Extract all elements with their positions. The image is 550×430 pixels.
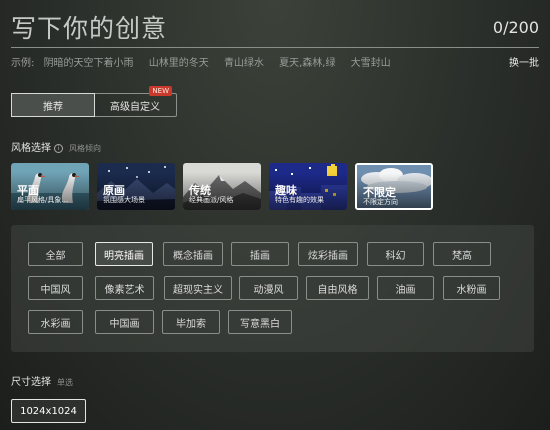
info-icon[interactable]: i bbox=[54, 144, 63, 153]
example-prompts: 示例: 阴暗的天空下着小雨 山林里的冬天 青山绿水 夏天,森林,绿 大雪封山 换… bbox=[11, 54, 539, 69]
style-tag[interactable]: 全部 bbox=[28, 242, 83, 266]
style-tag[interactable]: 明亮插画 bbox=[95, 242, 153, 266]
style-tag[interactable]: 插画 bbox=[231, 242, 289, 266]
example-item[interactable]: 夏天,森林,绿 bbox=[279, 58, 335, 69]
style-section-subtitle: 风格倾向 bbox=[69, 144, 101, 153]
style-tag[interactable]: 炫彩插画 bbox=[298, 242, 358, 266]
char-counter: 0/200 bbox=[492, 18, 539, 37]
style-tag[interactable]: 中国画 bbox=[95, 310, 154, 334]
tab-advanced-custom[interactable]: 高级自定义 NEW bbox=[94, 86, 176, 116]
example-item[interactable]: 山林里的冬天 bbox=[149, 58, 209, 69]
style-tag-panel: 全部 明亮插画 概念插画 插画 炫彩插画 科幻 梵高 中国风 像素艺术 超现实主… bbox=[11, 225, 534, 352]
card-description: 不限定方向 bbox=[363, 198, 398, 206]
style-card-traditional[interactable]: 传统 经典画派/风格 bbox=[183, 163, 261, 210]
style-tag[interactable]: 写意黑白 bbox=[228, 310, 292, 334]
style-tag[interactable]: 毕加索 bbox=[162, 310, 220, 334]
tab-label: 高级自定义 bbox=[110, 101, 160, 113]
example-item[interactable]: 大雪封山 bbox=[351, 58, 391, 69]
style-card-flat[interactable]: 平面 扁平风格/具象… bbox=[11, 163, 89, 210]
style-tag[interactable]: 像素艺术 bbox=[95, 276, 154, 300]
style-tag[interactable]: 概念插画 bbox=[163, 242, 223, 266]
style-tag[interactable]: 梵高 bbox=[433, 242, 491, 266]
style-tag[interactable]: 动漫风 bbox=[239, 276, 298, 300]
style-card-concept-art[interactable]: 原画 氛围感大场景 bbox=[97, 163, 175, 210]
style-tag[interactable]: 自由风格 bbox=[306, 276, 369, 300]
style-tag[interactable]: 水粉画 bbox=[443, 276, 500, 300]
examples-label: 示例: bbox=[11, 58, 35, 69]
style-card-fun[interactable]: 趣味 特色有趣的效果 bbox=[269, 163, 347, 210]
card-description: 特色有趣的效果 bbox=[275, 196, 324, 204]
example-item[interactable]: 青山绿水 bbox=[224, 58, 264, 69]
style-tag[interactable]: 中国风 bbox=[28, 276, 83, 300]
size-option-1024[interactable]: 1024x1024 bbox=[11, 399, 86, 423]
style-tag[interactable]: 油画 bbox=[377, 276, 434, 300]
style-section-header: 风格选择 i 风格倾向 bbox=[11, 139, 101, 154]
example-item[interactable]: 阴暗的天空下着小雨 bbox=[44, 58, 134, 69]
prompt-input[interactable]: 写下你的创意 0/200 bbox=[11, 12, 539, 48]
style-section-title: 风格选择 bbox=[11, 143, 51, 154]
style-tag[interactable]: 科幻 bbox=[367, 242, 424, 266]
card-description: 扁平风格/具象… bbox=[17, 196, 69, 204]
new-badge: NEW bbox=[149, 86, 172, 96]
size-section-header: 尺寸选择 单选 bbox=[11, 373, 73, 388]
mode-tabs: 推荐 高级自定义 NEW bbox=[11, 86, 177, 117]
style-tag[interactable]: 水彩画 bbox=[28, 310, 83, 334]
size-section-title: 尺寸选择 bbox=[11, 377, 51, 388]
size-section-subtitle: 单选 bbox=[57, 378, 73, 387]
style-card-list: 平面 扁平风格/具象… 原画 氛围感大场景 传统 经典画派/风格 趣味 特色有趣… bbox=[11, 163, 433, 210]
tab-label: 推荐 bbox=[43, 101, 63, 113]
style-tag[interactable]: 超现实主义 bbox=[164, 276, 232, 300]
card-description: 氛围感大场景 bbox=[103, 196, 145, 204]
style-card-unlimited[interactable]: 不限定 不限定方向 bbox=[355, 163, 433, 210]
card-description: 经典画派/风格 bbox=[189, 196, 234, 204]
refresh-examples-button[interactable]: 换一批 bbox=[509, 54, 539, 69]
prompt-placeholder[interactable]: 写下你的创意 bbox=[11, 12, 167, 46]
tab-recommended[interactable]: 推荐 bbox=[11, 93, 95, 117]
